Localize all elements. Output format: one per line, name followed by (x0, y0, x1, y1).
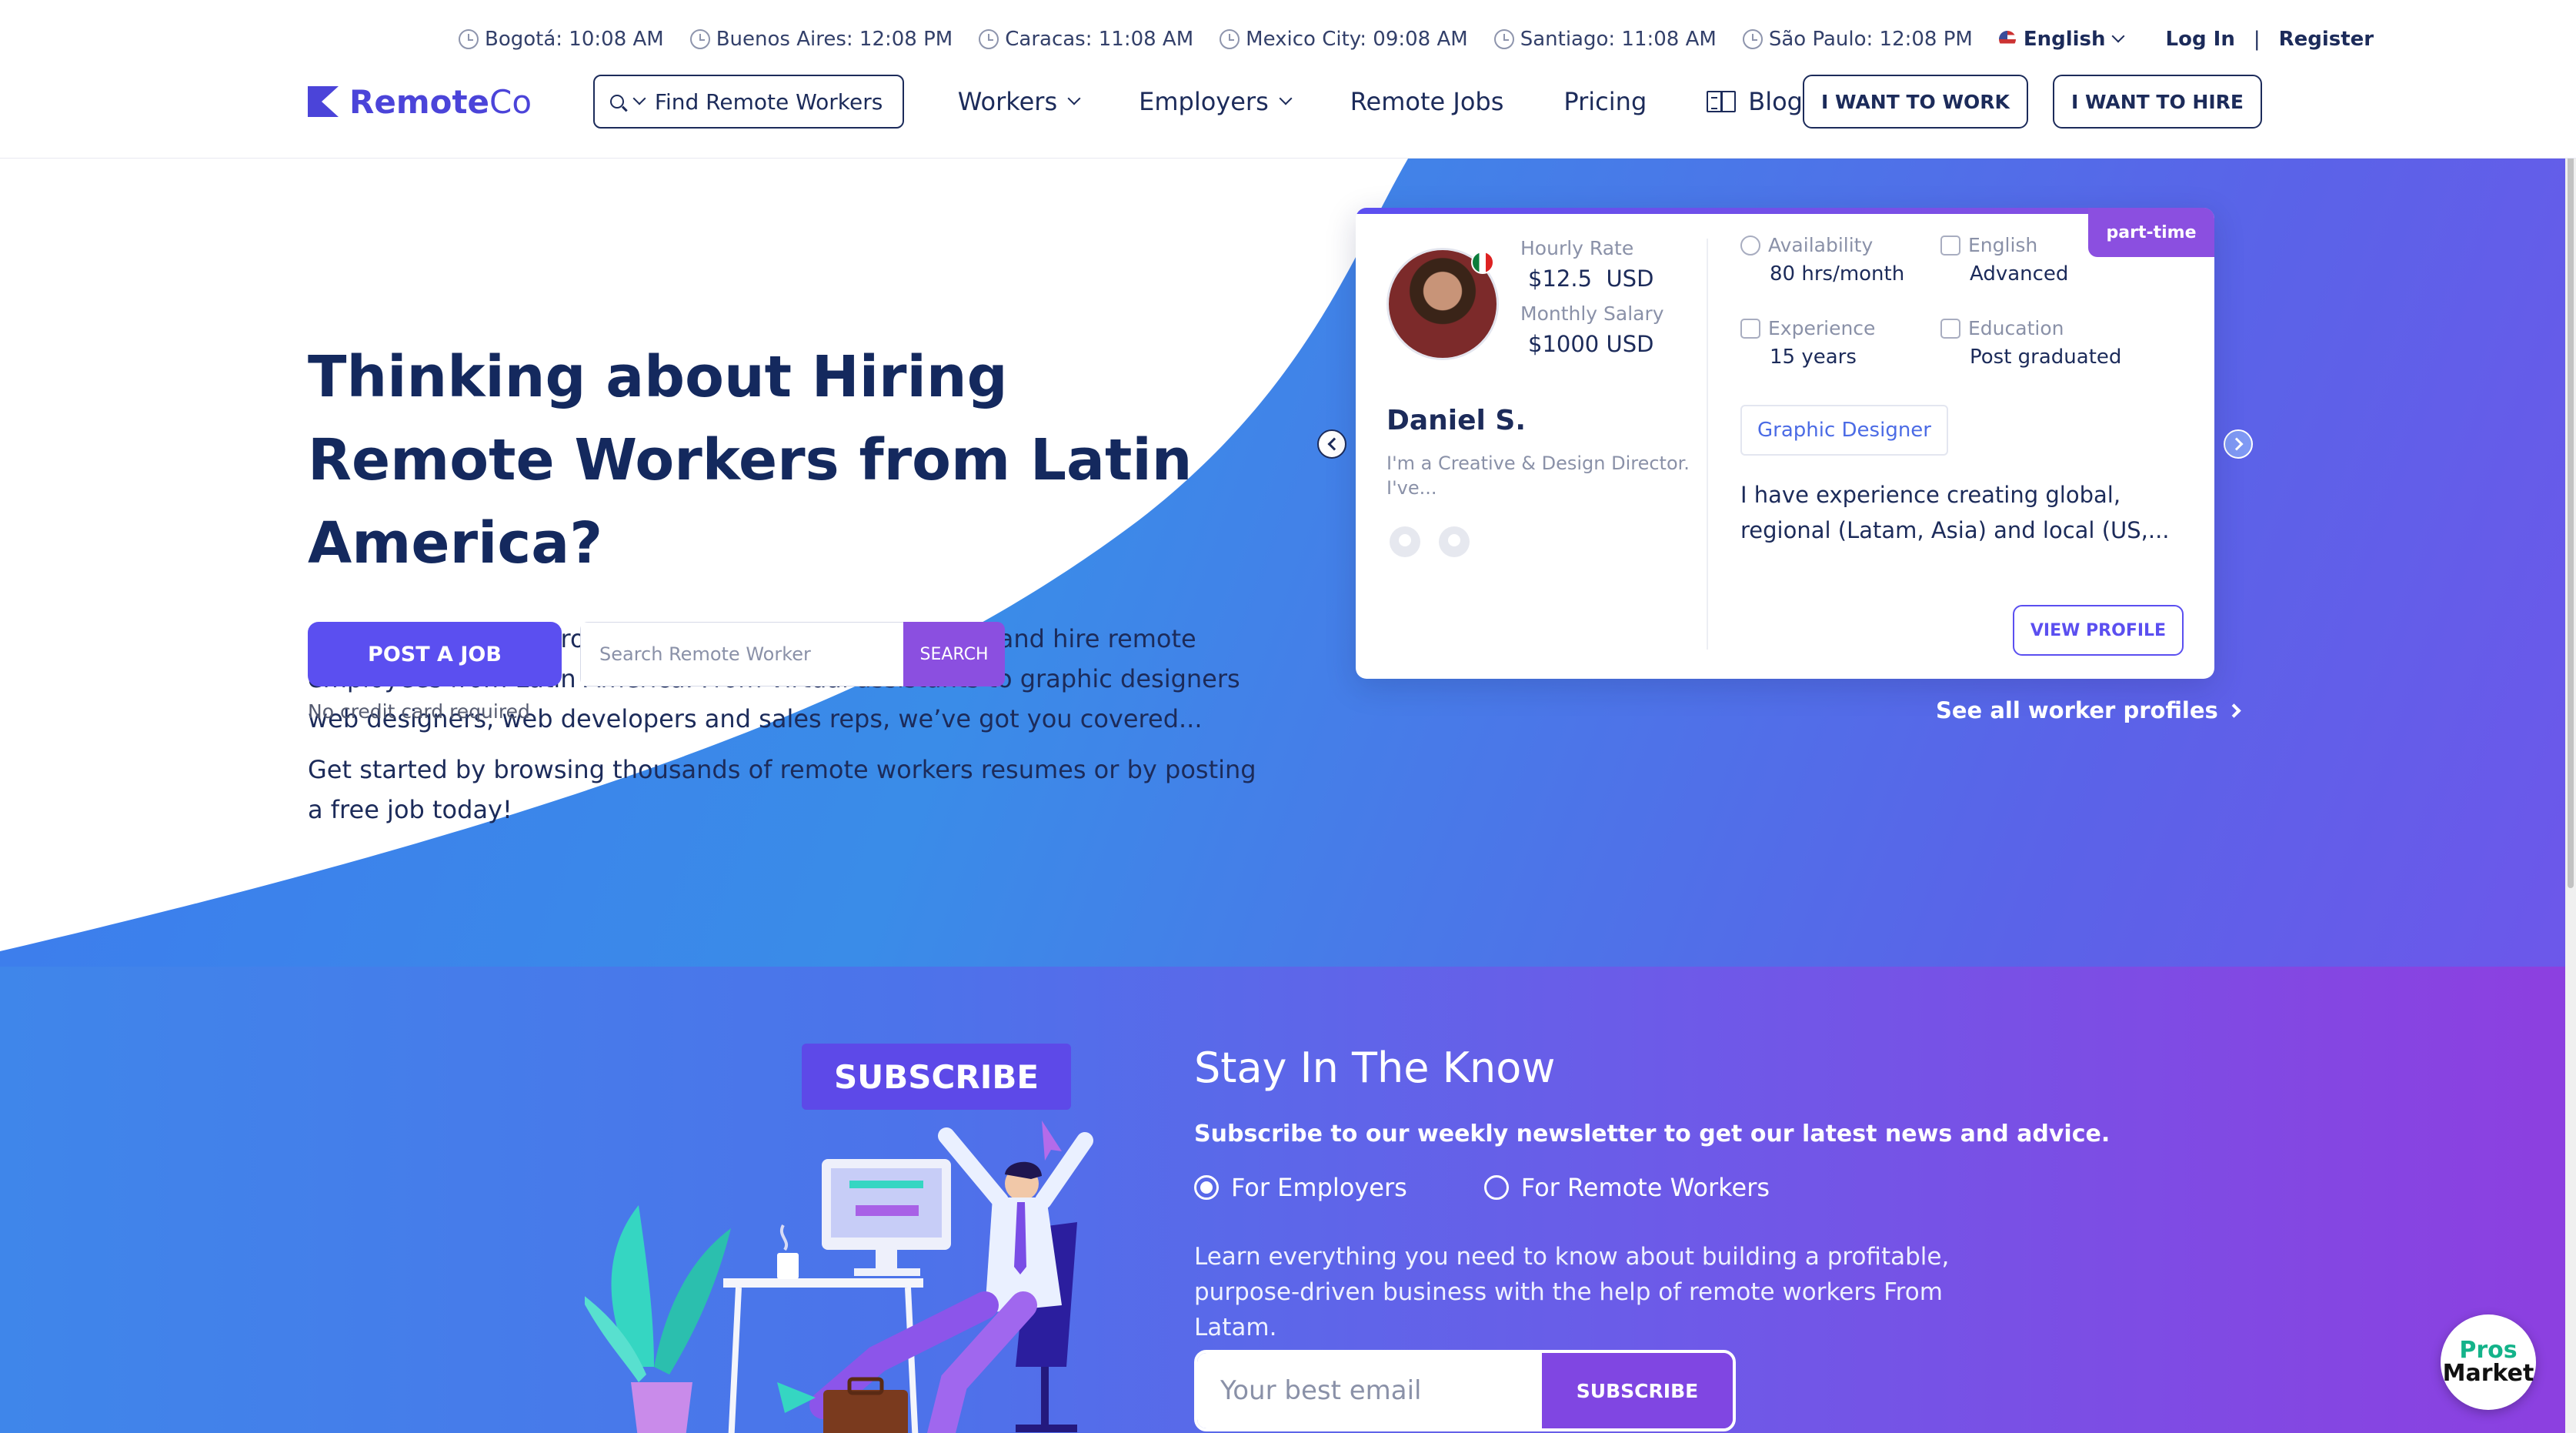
clock-bogota: Bogotá: 10:08 AM (459, 28, 664, 51)
page-scrollbar[interactable] (2565, 0, 2576, 1433)
profile-icon[interactable] (1439, 526, 1470, 557)
header-buttons: I WANT TO WORK I WANT TO HIRE (1802, 75, 2262, 129)
clock-mexico-city: Mexico City: 09:08 AM (1220, 28, 1468, 51)
chevron-down-icon (1067, 92, 1081, 105)
clock-icon (689, 29, 710, 49)
timezone-bar: Bogotá: 10:08 AM Buenos Aires: 12:08 PM … (459, 28, 2374, 51)
card-accent-line (1356, 208, 2214, 214)
card-divider (1707, 239, 1708, 650)
skype-icon[interactable] (1390, 526, 1420, 557)
clock-icon (1740, 235, 1760, 256)
us-flag-icon (1998, 31, 2016, 48)
book-icon (1707, 91, 1737, 112)
find-remote-workers-dropdown[interactable]: Find Remote Workers (592, 75, 904, 129)
nav-workers[interactable]: Workers (958, 87, 1081, 116)
auth-separator: | (2253, 28, 2261, 51)
newsletter-form: SUBSCRIBE (1194, 1350, 1736, 1431)
want-to-hire-button[interactable]: I WANT TO HIRE (2052, 75, 2262, 129)
no-credit-card-note: No credit card required (308, 700, 530, 723)
hourly-rate-value: $12.5 USD (1528, 266, 1654, 292)
hourly-rate-label: Hourly Rate (1520, 237, 1634, 259)
search-icon (609, 95, 624, 109)
search-button[interactable]: SEARCH (903, 622, 1005, 686)
chevron-down-icon (2111, 29, 2125, 43)
chevron-down-icon (1279, 92, 1293, 105)
clock-caracas: Caracas: 11:08 AM (979, 28, 1193, 51)
post-a-job-button[interactable]: POST A JOB (308, 622, 562, 686)
clock-icon (979, 29, 999, 49)
worker-search: SEARCH (580, 622, 1005, 686)
availability: Availability 80 hrs/month (1740, 234, 1904, 286)
hero-title: Thinking about Hiring Remote Workers fro… (308, 344, 1193, 576)
english-level: English Advanced (1940, 234, 2068, 286)
radio-unselected-icon (1483, 1175, 1509, 1200)
clock-icon (1493, 29, 1514, 49)
newsletter-description: Learn everything you need to know about … (1194, 1243, 1950, 1341)
worker-experience-text: I have experience creating global, regio… (1740, 482, 2170, 543)
site-header: Bogotá: 10:08 AM Buenos Aires: 12:08 PM … (0, 0, 2576, 159)
nav-links: Workers Employers Remote Jobs Pricing Bl… (958, 87, 1803, 116)
skill-tag[interactable]: Graphic Designer (1740, 405, 1948, 456)
subscribe-badge: SUBSCRIBE (802, 1044, 1071, 1110)
experience: Experience 15 years (1740, 317, 1875, 369)
education: Education Post graduated (1940, 317, 2121, 369)
radio-selected-icon (1194, 1175, 1219, 1200)
newsletter-section: SUBSCRIBE Stay In The Know Subscribe to … (0, 967, 2576, 1433)
want-to-work-button[interactable]: I WANT TO WORK (1802, 75, 2028, 129)
pros-market-widget[interactable]: Pros Market (2441, 1314, 2536, 1410)
see-all-profiles-link[interactable]: See all worker profiles (1936, 697, 2241, 723)
checkbox-icon (1940, 235, 1960, 256)
monthly-salary-value: $1000 USD (1528, 331, 1654, 357)
logo[interactable]: RemoteCo (308, 83, 593, 121)
clock-icon (1742, 29, 1763, 49)
main-nav: RemoteCo Find Remote Workers Workers Emp… (308, 74, 2262, 129)
newsletter-subtitle: Subscribe to our weekly newsletter to ge… (1194, 1121, 2111, 1147)
worker-name: Daniel S. (1386, 405, 1527, 436)
login-link[interactable]: Log In (2166, 28, 2235, 51)
worker-summary: I'm a Creative & Design Director. I've..… (1386, 453, 1690, 499)
briefcase-icon (1740, 318, 1760, 339)
chevron-left-icon (1327, 437, 1340, 451)
worker-card: part-time Hourly Rate $12.5 USD Monthly … (1356, 208, 2214, 679)
newsletter-title: Stay In The Know (1194, 1044, 1556, 1092)
nav-remote-jobs[interactable]: Remote Jobs (1350, 87, 1504, 116)
auth-links: Log In | Register (2166, 28, 2374, 51)
subscribe-button[interactable]: SUBSCRIBE (1542, 1353, 1733, 1428)
clock-icon (459, 29, 479, 49)
clock-buenos-aires: Buenos Aires: 12:08 PM (689, 28, 953, 51)
clock-santiago: Santiago: 11:08 AM (1493, 28, 1717, 51)
nav-employers[interactable]: Employers (1139, 87, 1293, 116)
building-icon (1940, 318, 1960, 339)
part-time-badge: part-time (2088, 208, 2214, 257)
language-selector[interactable]: English (1998, 28, 2125, 51)
subscribe-illustration: SUBSCRIBE (577, 1044, 1139, 1433)
chevron-right-icon (2227, 703, 2241, 718)
email-field[interactable] (1197, 1353, 1542, 1428)
nav-pricing[interactable]: Pricing (1563, 87, 1647, 116)
clock-sao-paulo: São Paulo: 12:08 PM (1742, 28, 1973, 51)
logo-mark-icon (308, 86, 339, 117)
rate-block: Hourly Rate $12.5 USD Monthly Salary $10… (1520, 237, 1664, 357)
carousel-next-button[interactable] (2224, 429, 2253, 459)
register-link[interactable]: Register (2279, 28, 2374, 51)
nav-blog[interactable]: Blog (1707, 87, 1803, 116)
view-profile-button[interactable]: VIEW PROFILE (2013, 605, 2184, 656)
monthly-salary-label: Monthly Salary (1520, 302, 1664, 325)
clock-icon (1220, 29, 1240, 49)
hero-cta-text: Get started by browsing thousands of rem… (308, 755, 1256, 824)
hero-content: Thinking about Hiring Remote Workers fro… (308, 336, 1270, 830)
carousel-prev-button[interactable] (1317, 429, 1346, 459)
radio-for-employers[interactable]: For Employers (1194, 1173, 1407, 1202)
mexico-flag-icon (1471, 251, 1494, 274)
hero-actions: POST A JOB SEARCH (308, 622, 1005, 686)
audience-radios: For Employers For Remote Workers (1194, 1173, 1770, 1202)
search-remote-worker-input[interactable] (580, 622, 903, 686)
chevron-right-icon (2230, 437, 2243, 451)
chevron-down-icon (632, 92, 646, 105)
radio-for-remote-workers[interactable]: For Remote Workers (1483, 1173, 1770, 1202)
